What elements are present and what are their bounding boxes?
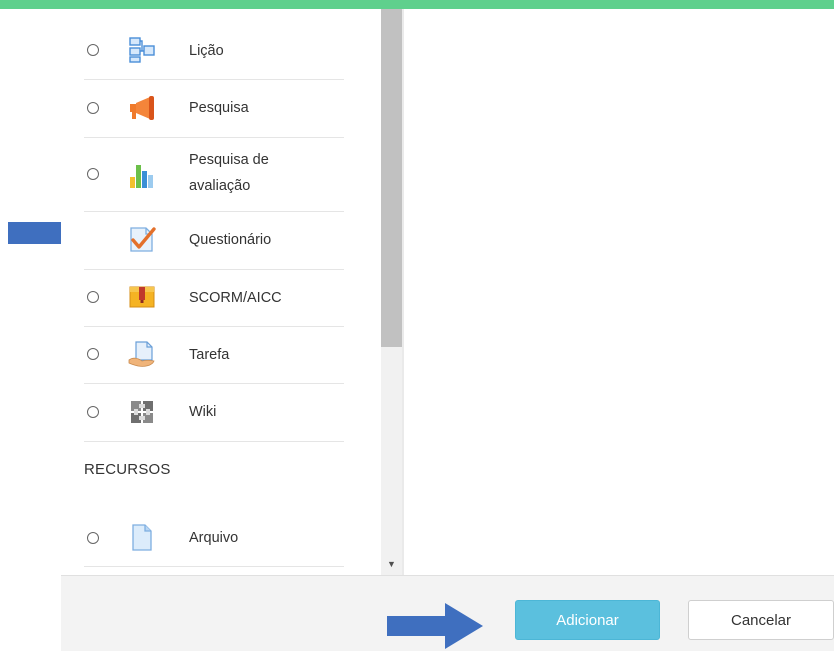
- bar-chart-icon: [130, 165, 153, 188]
- wiki-puzzle-icon: [131, 401, 153, 423]
- add-button[interactable]: Adicionar: [515, 600, 660, 640]
- list-item-label: Arquivo: [189, 530, 239, 546]
- list-item-wiki[interactable]: Wiki: [84, 383, 344, 442]
- activity-description-panel: [404, 9, 834, 575]
- list-item-label: Questionário: [189, 232, 272, 248]
- section-heading-resources: RECURSOS: [84, 461, 171, 478]
- activity-chooser-dialog: Lição Pesquisa Pesquisa de avaliação Que…: [61, 9, 834, 651]
- radio-pesquisa-de-avaliacao[interactable]: [87, 168, 99, 180]
- radio-tarefa[interactable]: [87, 348, 99, 360]
- radio-arquivo[interactable]: [87, 532, 99, 544]
- activity-list[interactable]: Lição Pesquisa Pesquisa de avaliação Que…: [61, 9, 404, 575]
- scroll-down-arrow-icon[interactable]: ▼: [381, 557, 402, 571]
- file-icon: [132, 524, 152, 551]
- list-item-label: Pesquisa: [189, 100, 249, 116]
- list-item-label: SCORM/AICC: [189, 290, 282, 306]
- annotation-arrow-add: [387, 603, 483, 649]
- left-margin: [0, 9, 61, 650]
- radio-licao[interactable]: [87, 44, 99, 56]
- scorm-package-icon: [129, 286, 155, 308]
- scrollbar-thumb[interactable]: [381, 9, 402, 347]
- list-item-licao[interactable]: Lição: [84, 22, 344, 80]
- list-item-label-line2: avaliação: [189, 178, 251, 194]
- quiz-checkmark-icon: [130, 227, 156, 252]
- radio-pesquisa[interactable]: [87, 102, 99, 114]
- list-item-pesquisa-de-avaliacao[interactable]: Pesquisa de avaliação: [84, 137, 344, 212]
- list-item-label: Wiki: [189, 404, 217, 420]
- megaphone-icon: [130, 96, 154, 120]
- list-item-arquivo[interactable]: Arquivo: [84, 509, 344, 567]
- lesson-icon: [129, 37, 155, 63]
- radio-wiki[interactable]: [87, 406, 99, 418]
- list-item-questionario[interactable]: Questionário: [84, 211, 344, 270]
- list-item-scorm[interactable]: SCORM/AICC: [84, 269, 344, 327]
- list-item-label: Lição: [189, 43, 224, 59]
- list-item-label-line1: Pesquisa de: [189, 152, 269, 168]
- list-item-label: Tarefa: [189, 347, 230, 363]
- radio-scorm[interactable]: [87, 291, 99, 303]
- list-item-pesquisa[interactable]: Pesquisa: [84, 79, 344, 138]
- top-accent-bar: [0, 0, 834, 9]
- assignment-hand-icon: [128, 341, 155, 367]
- list-item-tarefa[interactable]: Tarefa: [84, 326, 344, 384]
- cancel-button[interactable]: Cancelar: [688, 600, 834, 640]
